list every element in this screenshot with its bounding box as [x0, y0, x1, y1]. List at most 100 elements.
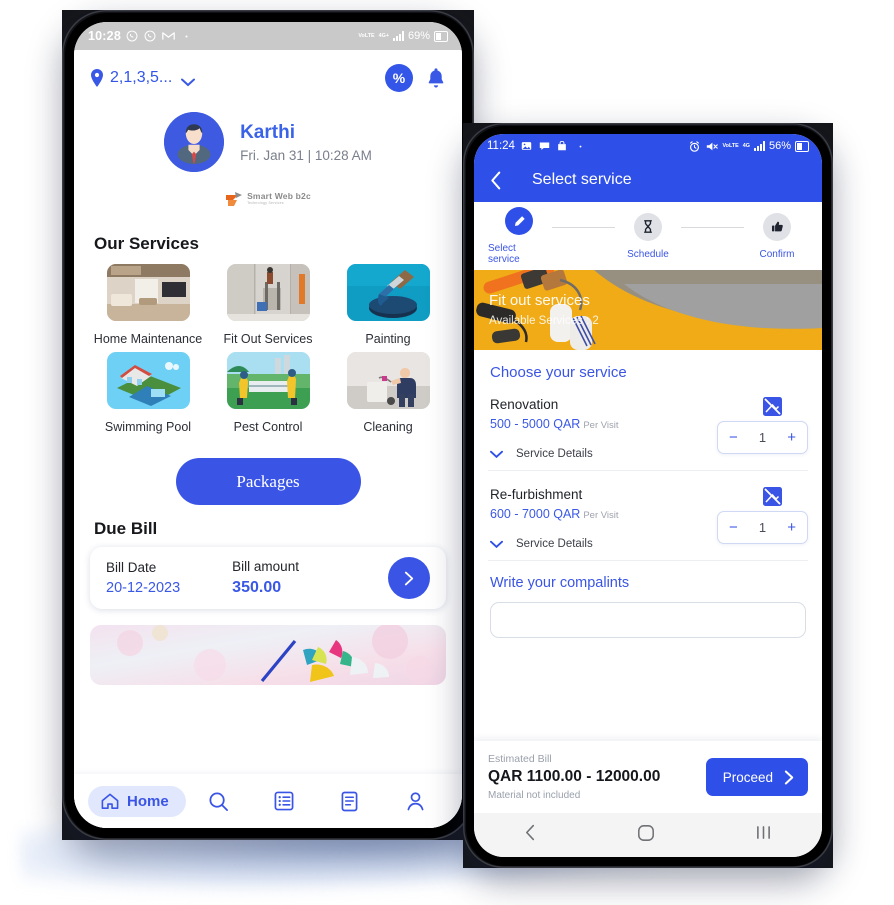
nav-item-home[interactable]: Home [88, 785, 186, 817]
hourglass-icon [634, 212, 662, 241]
quantity-stepper[interactable]: − 1 + [717, 421, 808, 454]
signal-icon [753, 141, 765, 151]
services-title: Our Services [94, 234, 199, 253]
back-icon[interactable] [524, 824, 537, 846]
step-label: Select service [488, 243, 520, 265]
back-arrow-icon[interactable] [474, 171, 518, 190]
chevron-right-icon [784, 770, 794, 784]
recents-icon[interactable] [755, 825, 772, 845]
location-label[interactable]: 2,1,3,5... [110, 69, 172, 87]
due-bill-card[interactable]: Bill Date 20-12-2023 Bill amount 350.00 [90, 547, 446, 609]
estimate-block: Estimated Bill QAR 1100.00 - 12000.00 Ma… [488, 753, 660, 801]
status-time: 11:24 [487, 140, 515, 152]
quantity-value: 1 [758, 520, 767, 535]
service-tile-swimming-pool[interactable]: Swimming Pool [88, 352, 208, 434]
whatsapp-icon [126, 30, 139, 43]
chevron-down-icon [490, 540, 503, 548]
status-right-cluster: VoLTE 4G+ 69% [358, 30, 448, 42]
choose-service-label: Choose your service [490, 364, 627, 381]
living-room-photo [106, 264, 190, 321]
service-label: Pest Control [233, 420, 303, 434]
step-select-service[interactable]: Select service [488, 207, 550, 265]
service-label: Fit Out Services [223, 332, 313, 346]
banner-text: Fit out services Available Services : 2 [489, 292, 599, 327]
progress-stepper: Select service Schedule Confirm [474, 202, 822, 270]
home-circle-icon[interactable] [637, 824, 655, 847]
offers-badge[interactable]: % [385, 64, 413, 92]
whatsapp-icon [144, 30, 157, 43]
chevron-right-icon [404, 571, 413, 585]
service-name: Renovation [490, 397, 559, 412]
nav-item-bookings[interactable] [251, 791, 317, 811]
category-banner: Fit out services Available Services : 2 [474, 270, 822, 350]
person-icon [407, 792, 424, 811]
service-label: Cleaning [363, 420, 413, 434]
home-icon [101, 793, 119, 809]
step-confirm[interactable]: Confirm [746, 212, 808, 260]
service-tile-cleaning[interactable]: Cleaning [328, 352, 448, 434]
estimate-label: Estimated Bill [488, 753, 552, 765]
service-tile-pest-control[interactable]: Pest Control [208, 352, 328, 434]
volte-icon: VoLTE [358, 32, 375, 39]
nav-item-account[interactable] [382, 791, 448, 811]
volte-icon: VoLTE [722, 142, 739, 149]
increment-button[interactable]: + [787, 519, 796, 536]
network-type-icon: 4G [742, 142, 750, 149]
nav-item-search[interactable] [186, 791, 252, 812]
chevron-down-icon[interactable] [181, 74, 196, 86]
home-top-bar: 2,1,3,5... % [74, 50, 462, 98]
packages-button[interactable]: Packages [175, 458, 361, 505]
due-bill-title: Due Bill [94, 519, 158, 538]
bill-date-label: Bill Date [106, 560, 157, 575]
service-details-label: Service Details [516, 538, 593, 550]
bill-date-col: Bill Date 20-12-2023 [106, 560, 180, 596]
promo-banner[interactable] [90, 625, 446, 685]
brand-logo: Smart Web b2c Technology Services [74, 188, 462, 210]
network-type-icon: 4G+ [378, 32, 389, 39]
step-label: Schedule [627, 248, 669, 260]
service-tile-home-maintenance[interactable]: Home Maintenance [88, 264, 208, 346]
message-icon [538, 140, 551, 153]
signal-icon [392, 31, 404, 41]
pool-house-illustration [106, 352, 190, 409]
service-tile-painting[interactable]: Painting [328, 264, 448, 346]
service-price-unit: Per Visit [583, 510, 619, 521]
proceed-button[interactable]: Proceed [705, 758, 808, 796]
decrement-button[interactable]: − [729, 519, 738, 536]
service-label: Swimming Pool [104, 420, 192, 434]
search-icon [209, 791, 228, 811]
step-schedule[interactable]: Schedule [617, 212, 679, 260]
interior-construction-photo [226, 264, 310, 321]
service-price-value: 500 - 5000 QAR [490, 417, 581, 431]
service-row-refurbishment: Re-furbishment 600 - 7000 QAR Per Visit S… [474, 471, 822, 560]
phone2-app-bar: Select service [474, 158, 822, 202]
service-details-label: Service Details [516, 448, 593, 460]
increment-button[interactable]: + [787, 429, 796, 446]
complaints-input[interactable] [490, 602, 806, 638]
page-title: Select service [532, 171, 632, 188]
proceed-label: Proceed [722, 769, 773, 785]
profile-block[interactable]: Karthi Fri. Jan 31 | 10:28 AM [74, 98, 462, 172]
service-tile-fit-out-services[interactable]: Fit Out Services [208, 264, 328, 346]
service-label: Painting [365, 332, 411, 346]
bill-date-value: 20-12-2023 [106, 580, 181, 596]
brand-tagline: Technology Services [247, 201, 284, 206]
bill-amount-value: 350.00 [232, 579, 282, 596]
brand-text: Smart Web b2c Technology Services [247, 192, 311, 205]
service-row-renovation: Renovation 500 - 5000 QAR Per Visit Servi… [474, 381, 822, 470]
alarm-icon [688, 140, 701, 153]
bell-icon[interactable] [426, 67, 446, 90]
location-pin-icon [90, 69, 104, 87]
avatar [164, 112, 225, 172]
chevron-down-icon [490, 450, 503, 458]
bill-go-button[interactable] [388, 557, 430, 599]
thumbs-up-icon [763, 212, 791, 241]
quantity-stepper[interactable]: − 1 + [717, 511, 808, 544]
decrement-button[interactable]: − [729, 429, 738, 446]
phone1-status-bar: 10:28 VoLTE 4G+ 69% [74, 22, 462, 50]
nav-item-invoices[interactable] [317, 791, 383, 812]
complaints-label: Write your compalints [490, 575, 630, 591]
pest-control-illustration [226, 352, 310, 409]
bill-amount-col: Bill amount 350.00 [232, 559, 299, 597]
phone1-bottom-nav: Home [74, 774, 462, 828]
